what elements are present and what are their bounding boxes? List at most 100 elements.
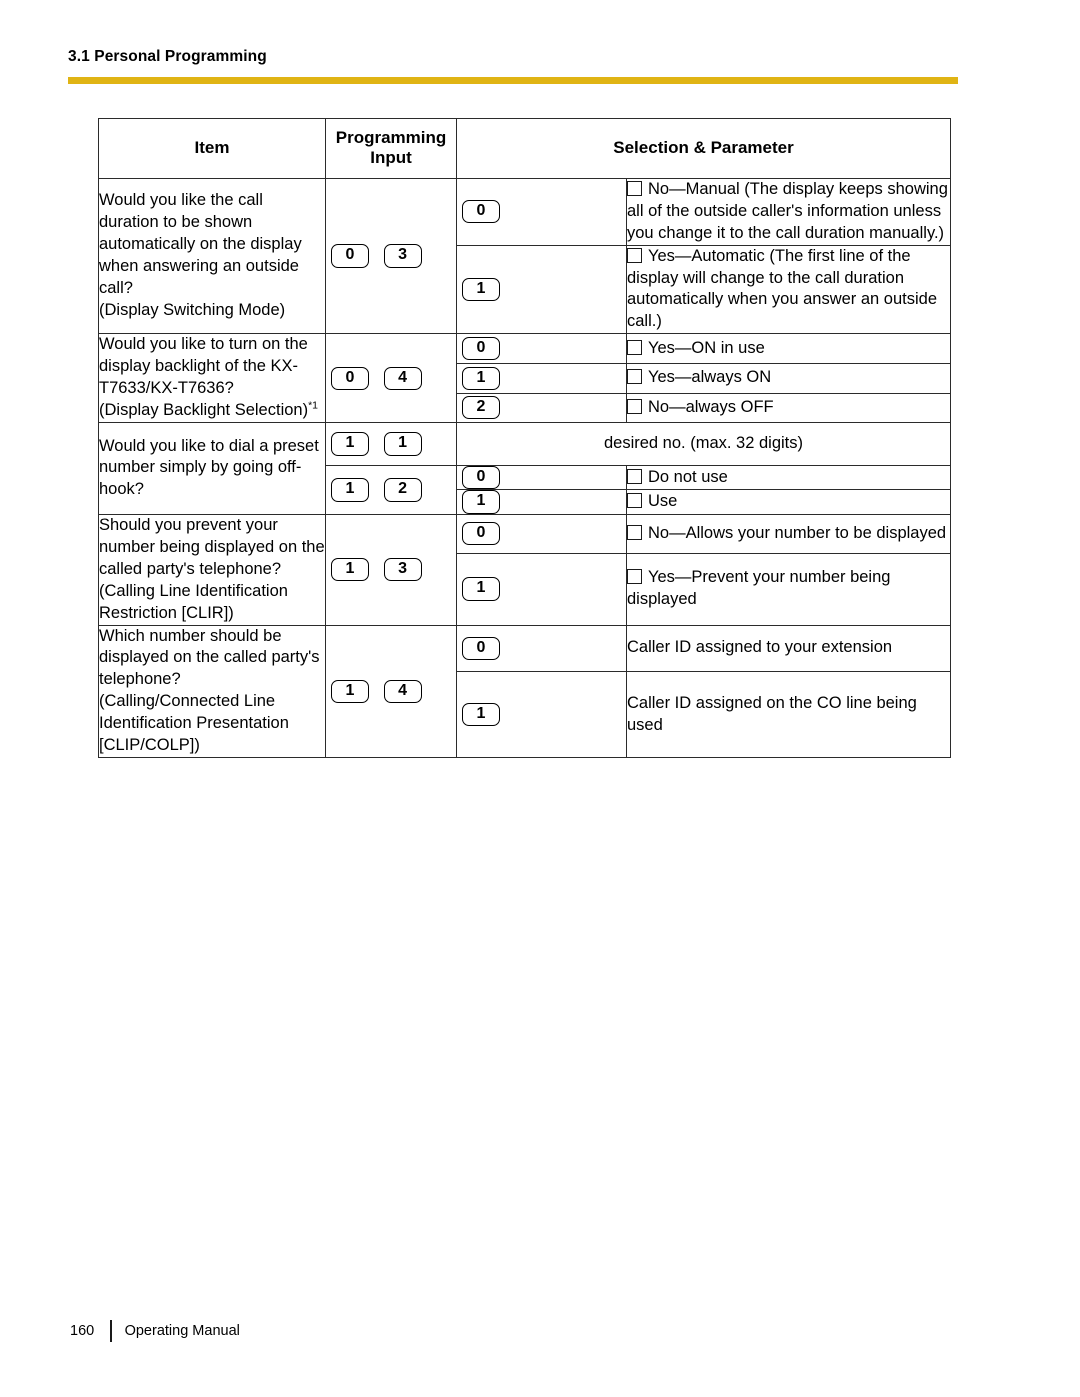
option-key-cell: 0 [456,177,627,246]
table-row: Would you like the call duration to be s… [98,177,951,335]
keypad-key[interactable]: 1 [462,490,500,514]
keypad-sequence: 1 1 [326,432,427,456]
footer-page-number: 160 [70,1323,95,1339]
option-key-cell: 0 [456,465,627,491]
option-key-cell: 1 [456,671,627,759]
keypad-key[interactable]: 1 [383,432,422,456]
option-description-cell: No—always OFF [626,392,951,424]
checkbox-icon[interactable] [627,493,642,509]
table-row: Would you like to turn on the display ba… [98,333,951,424]
keypad-sequence: 1 2 [326,478,427,502]
option-text: Yes—always ON [648,368,772,387]
keypad-key[interactable]: 2 [383,478,422,502]
keypad-key[interactable]: 1 [462,577,500,601]
option-text: Yes—ON in use [648,338,765,357]
option-description-cell: Yes—Automatic (The first line of the dis… [626,244,951,335]
keypad-key[interactable]: 0 [331,244,369,268]
table-header: Item Programming Input Selection & Param… [98,118,951,179]
item-text: Would you like to turn on the display ba… [99,335,319,420]
keypad-key[interactable]: 4 [383,366,422,390]
footnote-marker: *1 [308,399,319,412]
option-text: Caller ID assigned to your extension [627,638,893,657]
checkbox-icon[interactable] [627,524,642,540]
option-description-cell: Caller ID assigned to your extension [626,624,951,673]
keypad-sequence: 0 3 [326,244,427,268]
keypad-key[interactable]: 0 [462,522,500,546]
footer-document-title: Operating Manual [124,1323,240,1339]
option-text: No—always OFF [648,397,774,416]
option-description-cell-merged: desired no. (max. 32 digits) [456,422,951,467]
option-text: Caller ID assigned on the CO line being … [627,693,917,734]
option-key-cell: 0 [456,333,627,364]
item-text: Would you like to dial a preset number s… [99,436,319,499]
option-key-cell: 1 [456,552,627,626]
option-description-cell: Do not use [626,465,951,491]
option-description-cell: Caller ID assigned on the CO line being … [626,671,951,759]
table-body: Would you like the call duration to be s… [98,177,951,759]
option-text: Use [648,492,678,511]
keypad-key[interactable]: 3 [383,557,422,582]
keypad-key[interactable]: 1 [462,366,500,390]
header-divider-rule [68,77,958,84]
checkbox-icon[interactable] [627,569,642,585]
keypad-key[interactable]: 0 [462,336,500,361]
column-header-programming-input-line2: Input [370,148,412,168]
checkbox-icon[interactable] [627,247,642,263]
keypad-key[interactable]: 1 [331,432,369,456]
row-item-clip-colp: Which number should be displayed on the … [98,624,326,759]
keypad-key[interactable]: 1 [331,679,369,703]
option-text: Yes—Automatic (The first line of the dis… [627,246,938,331]
table-row: Would you like to dial a preset number s… [98,422,951,515]
checkbox-icon[interactable] [627,339,642,355]
row-item-display-switching-mode: Would you like the call duration to be s… [98,177,326,335]
option-description-cell: Yes—always ON [626,362,951,394]
option-description-cell: Yes—ON in use [626,333,951,364]
keypad-key[interactable]: 1 [462,277,500,302]
keypad-key[interactable]: 1 [331,557,369,582]
checkbox-icon[interactable] [627,398,642,414]
checkbox-icon[interactable] [627,369,642,385]
keypad-sequence: 1 3 [326,557,427,582]
option-text: Do not use [648,467,728,486]
column-header-programming-input-line1: Programming [335,128,447,147]
option-text: Yes—Prevent your number being displayed [627,568,891,609]
column-header-programming-input: Programming Input [325,118,457,179]
table-row: Which number should be displayed on the … [98,624,951,759]
row-programming-input-04: 0 4 [325,333,457,424]
option-key-cell: 1 [456,362,627,394]
keypad-key[interactable]: 1 [462,702,500,727]
keypad-key[interactable]: 4 [383,679,422,703]
checkbox-icon[interactable] [627,180,642,196]
item-text: Which number should be displayed on the … [99,626,320,755]
option-description-cell: Use [626,489,951,515]
row-programming-input-13: 1 3 [325,513,457,626]
keypad-key[interactable]: 3 [383,244,422,268]
row-programming-input-11: 1 1 [325,422,457,467]
option-key-cell: 1 [456,244,627,335]
keypad-key[interactable]: 0 [331,366,369,390]
option-key-cell: 0 [456,513,627,554]
row-programming-input-12: 1 2 [325,465,457,515]
option-description-cell: No—Allows your number to be displayed [626,513,951,554]
keypad-key[interactable]: 0 [462,636,500,661]
row-item-display-backlight-selection: Would you like to turn on the display ba… [98,333,326,424]
footer-divider [110,1320,112,1342]
keypad-key[interactable]: 0 [462,199,500,224]
keypad-key[interactable]: 0 [462,466,500,490]
personal-programming-table: Item Programming Input Selection & Param… [98,118,951,759]
option-description-cell: No—Manual (The display keeps showing all… [626,177,951,246]
item-text: Should you prevent your number being dis… [99,515,325,622]
page-header: 3.1 Personal Programming [68,48,958,65]
option-key-cell: 1 [456,489,627,515]
item-text: Would you like the call duration to be s… [99,191,302,319]
checkbox-icon[interactable] [627,468,642,484]
row-item-clir: Should you prevent your number being dis… [98,513,326,626]
keypad-sequence: 1 4 [326,679,427,703]
keypad-key[interactable]: 2 [462,396,500,420]
keypad-key[interactable]: 1 [331,478,369,502]
option-description-cell: Yes—Prevent your number being displayed [626,552,951,626]
option-key-cell: 2 [456,392,627,424]
keypad-sequence: 0 4 [326,366,427,390]
page-footer: 160 Operating Manual [70,1320,240,1342]
column-header-item: Item [98,118,326,179]
